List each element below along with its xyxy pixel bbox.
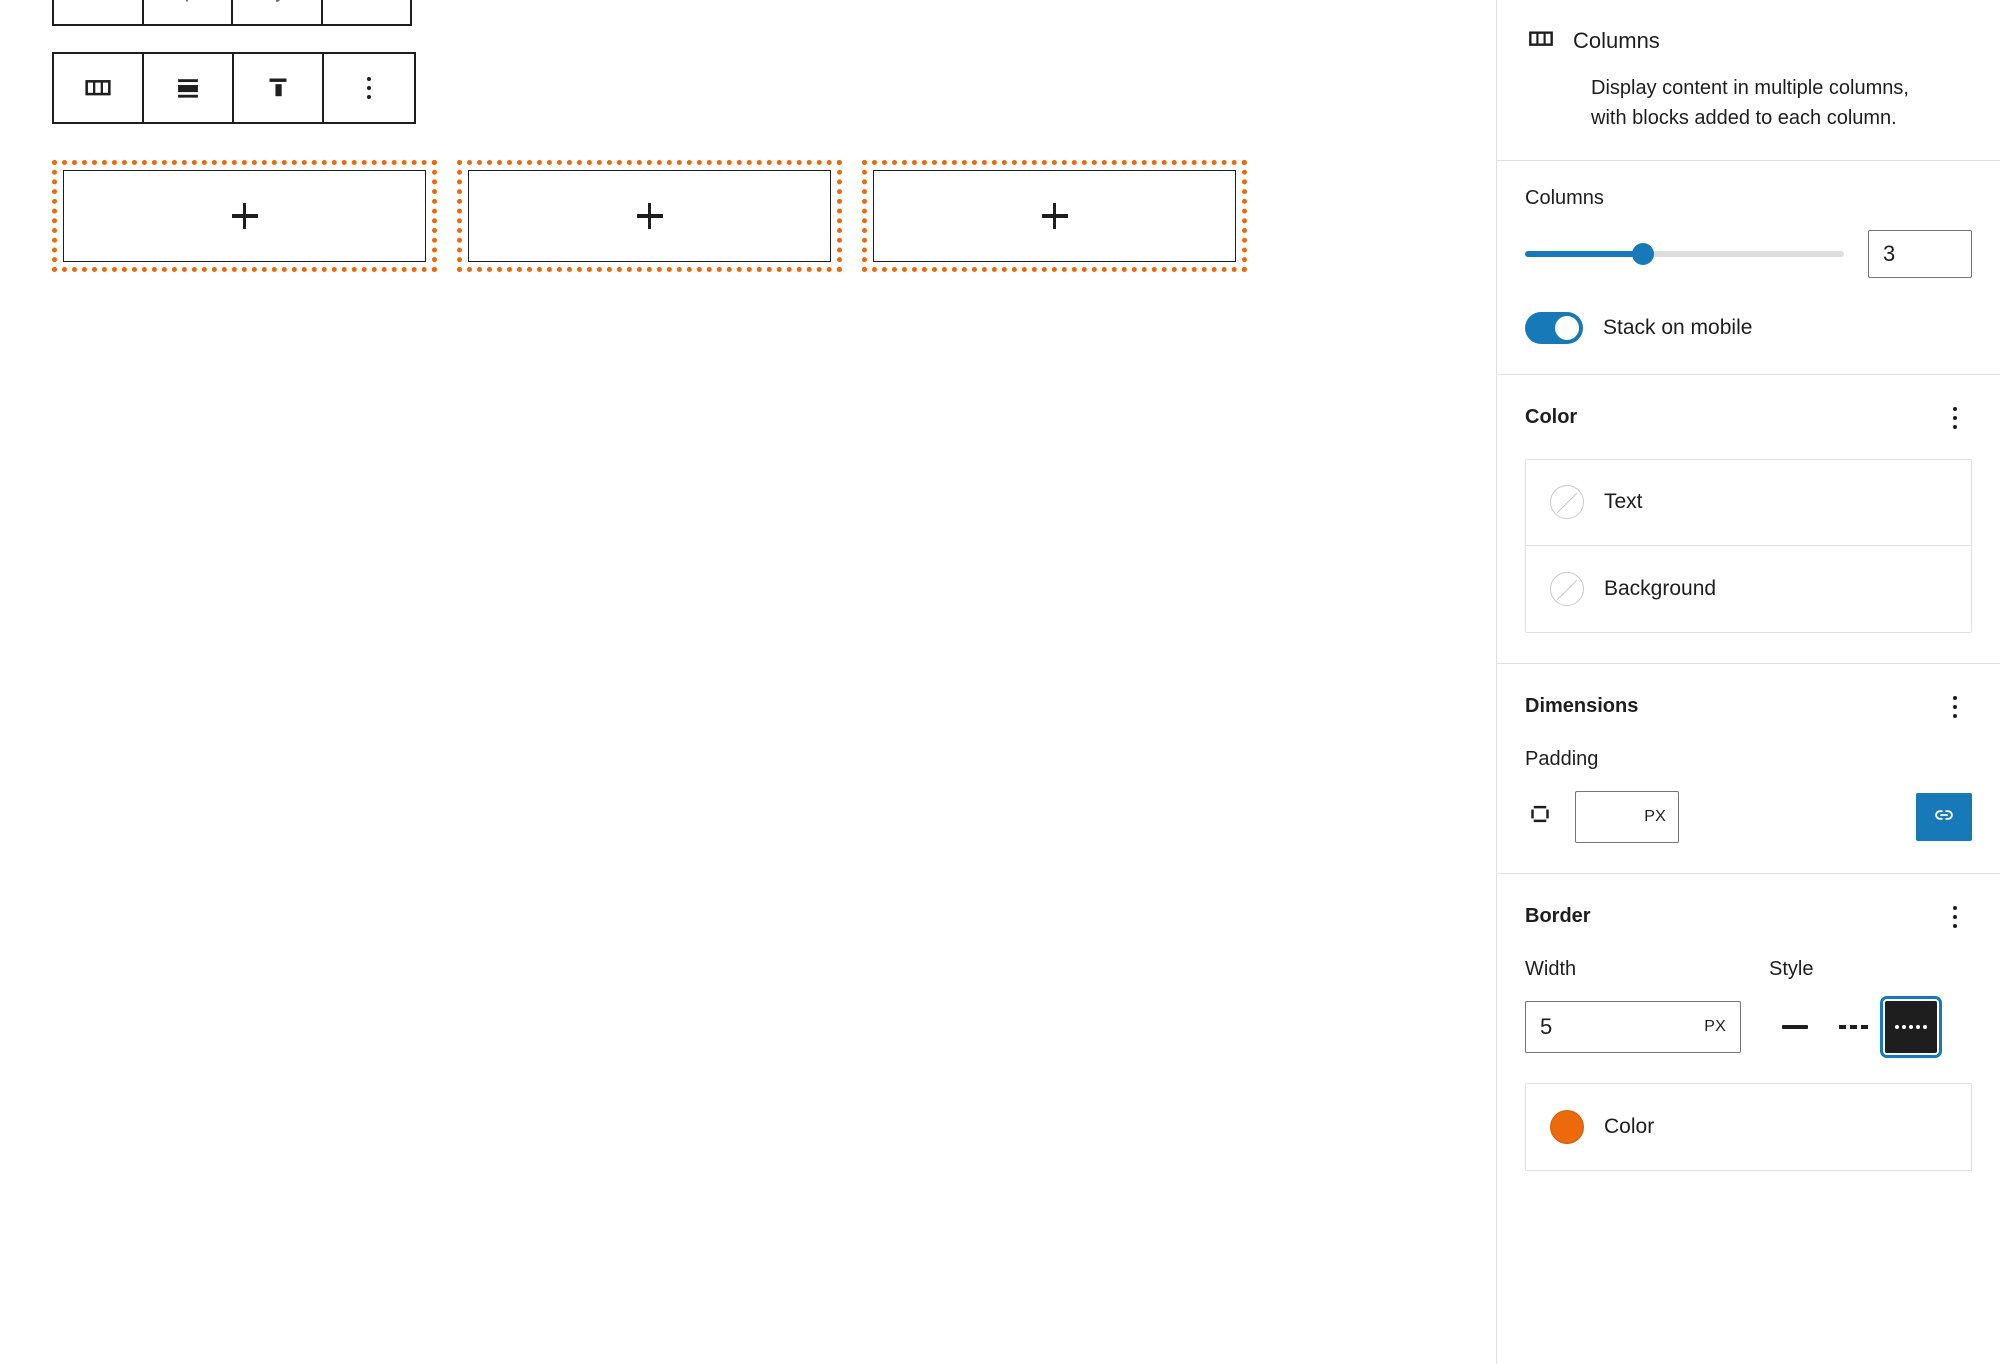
border-style-dotted-button[interactable] xyxy=(1880,995,1942,1058)
vertical-align-top-icon xyxy=(261,70,295,107)
padding-unit-label: PX xyxy=(1644,807,1666,825)
border-width-value: 5 xyxy=(1540,1013,1553,1039)
column-block[interactable] xyxy=(457,160,842,272)
clipped-toolbar-cell xyxy=(323,0,411,24)
color-option-text[interactable]: Text xyxy=(1526,459,1971,546)
dimensions-section-options-button[interactable] xyxy=(1938,690,1972,724)
border-style-button-group xyxy=(1769,995,1972,1058)
drag-handle-icon xyxy=(85,0,111,11)
block-card-description: Display content in multiple columns, wit… xyxy=(1591,77,1909,130)
block-toolbar xyxy=(52,52,416,124)
clipped-toolbar-cell xyxy=(54,0,144,24)
columns-icon xyxy=(1525,22,1557,59)
move-up-icon xyxy=(174,0,200,11)
slider-thumb[interactable] xyxy=(1632,242,1655,265)
color-section: Color Text Background xyxy=(1497,375,2000,664)
no-color-swatch-icon xyxy=(1550,571,1584,606)
toolbar-more-options[interactable] xyxy=(324,54,414,122)
dot-indicator-icon xyxy=(353,0,379,11)
plus-icon xyxy=(636,203,663,229)
block-settings-sidebar: Columns Display content in multiple colu… xyxy=(1496,0,2000,1364)
column-block[interactable] xyxy=(862,160,1247,272)
column-block[interactable] xyxy=(52,160,437,272)
border-color-label: Color xyxy=(1604,1114,1655,1138)
plus-icon xyxy=(1041,203,1068,229)
columns-count-input[interactable] xyxy=(1868,229,1972,278)
border-width-unit-label: PX xyxy=(1704,1017,1726,1035)
border-width-input[interactable]: 5 PX xyxy=(1525,1000,1741,1053)
toggle-knob xyxy=(1555,315,1579,340)
clipped-toolbar-row xyxy=(52,0,412,26)
no-color-swatch-icon xyxy=(1550,485,1584,520)
border-color-list: Color xyxy=(1525,1082,1972,1171)
padding-sides-icon[interactable] xyxy=(1525,799,1555,834)
align-center-icon xyxy=(171,70,205,107)
columns-count-slider[interactable] xyxy=(1525,242,1844,266)
padding-value-input[interactable]: PX xyxy=(1575,790,1679,843)
color-options-list: Text Background xyxy=(1525,458,1972,633)
block-card-title: Columns xyxy=(1573,27,1660,53)
border-style-label: Style xyxy=(1769,957,1814,980)
link-icon xyxy=(1931,802,1957,831)
plus-icon xyxy=(231,203,258,229)
toolbar-columns-block-type[interactable] xyxy=(54,54,144,122)
border-section-options-button[interactable] xyxy=(1938,900,1972,934)
clipped-toolbar-cell xyxy=(144,0,233,24)
slider-track-fill xyxy=(1525,250,1644,257)
block-appender-button[interactable] xyxy=(63,170,426,262)
more-vertical-icon xyxy=(1953,695,1957,718)
line-dashed-icon xyxy=(1838,1024,1868,1029)
padding-link-sides-button[interactable] xyxy=(1916,792,1972,841)
color-option-background[interactable]: Background xyxy=(1526,545,1971,632)
move-down-icon xyxy=(264,0,290,11)
editor-root: Columns Display content in multiple colu… xyxy=(0,0,2000,1364)
dimensions-section-title: Dimensions xyxy=(1525,695,1639,718)
block-appender-button[interactable] xyxy=(873,170,1236,262)
border-color-option[interactable]: Color xyxy=(1526,1083,1971,1170)
stack-on-mobile-label: Stack on mobile xyxy=(1603,315,1753,339)
border-style-solid-button[interactable] xyxy=(1769,1001,1821,1053)
block-appender-button[interactable] xyxy=(468,170,831,262)
color-option-label: Background xyxy=(1604,576,1717,600)
more-vertical-icon xyxy=(1953,406,1957,429)
line-dotted-icon xyxy=(1895,1024,1927,1029)
toolbar-align-center[interactable] xyxy=(144,54,234,122)
line-solid-icon xyxy=(1782,1024,1808,1029)
clipped-toolbar-cell xyxy=(233,0,323,24)
border-width-label: Width xyxy=(1525,957,1577,980)
color-section-title: Color xyxy=(1525,406,1578,429)
editor-canvas xyxy=(0,0,1496,1364)
columns-icon xyxy=(81,70,115,107)
columns-count-label: Columns xyxy=(1525,186,1604,209)
border-style-dashed-button[interactable] xyxy=(1827,1001,1879,1053)
block-card: Columns Display content in multiple colu… xyxy=(1497,0,2000,161)
more-vertical-icon xyxy=(367,77,371,99)
color-section-options-button[interactable] xyxy=(1938,401,1972,435)
border-section-title: Border xyxy=(1525,905,1591,928)
padding-label: Padding xyxy=(1525,747,1599,770)
dimensions-section: Dimensions Padding PX xyxy=(1497,664,2000,874)
columns-block[interactable] xyxy=(52,160,1247,272)
more-vertical-icon xyxy=(1953,905,1957,928)
border-color-swatch xyxy=(1550,1109,1584,1144)
toolbar-vertical-align-top[interactable] xyxy=(234,54,324,122)
color-option-label: Text xyxy=(1604,490,1643,514)
border-section: Border Width 5 PX Style Color xyxy=(1497,874,2000,1195)
stack-on-mobile-toggle[interactable] xyxy=(1525,311,1583,344)
columns-settings-section: Columns Stack on mobile xyxy=(1497,161,2000,375)
